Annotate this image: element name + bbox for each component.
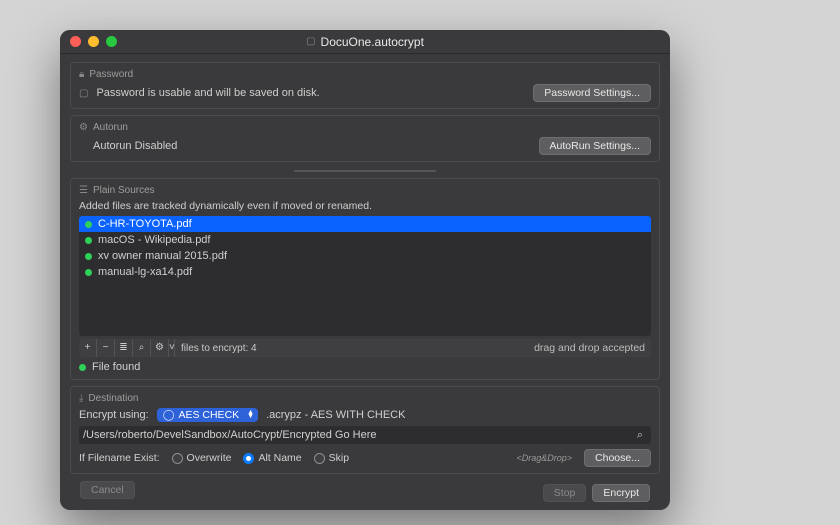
plain-sources-hint: Added files are tracked dynamically even… [79,200,651,212]
password-section: 🔒︎ Password ▢ Password is usable and will… [70,62,660,109]
document-icon: ▢ [79,88,88,99]
file-count: files to encrypt: 4 [175,343,263,354]
password-status: Password is usable and will be saved on … [96,87,525,99]
password-settings-button[interactable]: Password Settings... [533,84,651,102]
list-item[interactable]: xv owner manual 2015.pdf [79,248,651,264]
autorun-status: Autorun Disabled [79,140,531,152]
add-button[interactable]: + [79,339,97,357]
app-window: ▢ DocuOne.autocrypt 🔒︎ Password ▢ Passwor… [60,30,670,510]
autorun-heading: Autorun [93,122,128,133]
radio-alt-name[interactable]: Alt Name [243,452,301,464]
file-icon: ▢ [306,36,315,47]
password-heading: Password [89,69,133,80]
options-button[interactable]: ⚙︎ [151,339,169,357]
status-ok-icon [79,364,86,371]
algo-description: .acrypz - AES WITH CHECK [266,409,405,421]
gear-icon: ⚙︎ [79,122,88,133]
search-icon[interactable]: ⌕ [633,429,647,442]
drag-drop-hint: <Drag&Drop> [517,453,573,463]
encryption-algo-select[interactable]: ◯ AES CHECK ▲▼ [157,408,258,422]
list-item-name: macOS - Wikipedia.pdf [98,234,210,246]
autorun-settings-button[interactable]: AutoRun Settings... [539,137,651,155]
autorun-section: ⚙︎ Autorun Autorun Disabled AutoRun Setti… [70,115,660,162]
list-item[interactable]: macOS - Wikipedia.pdf [79,232,651,248]
status-ok-icon [85,221,92,228]
choose-button[interactable]: Choose... [584,449,651,467]
plain-sources-section: ☰ Plain Sources Added files are tracked d… [70,178,660,380]
minimize-icon[interactable] [88,36,99,47]
filename-exist-label: If Filename Exist: [79,452,160,464]
destination-heading: Destination [88,393,138,404]
columns-button[interactable]: ≣ [115,339,133,357]
encrypt-button[interactable]: Encrypt [592,484,650,502]
list-item[interactable]: C-HR-TOYOTA.pdf [79,216,651,232]
footer: Cancel Stop Encrypt [70,480,660,506]
algo-name: AES CHECK [178,409,239,421]
source-file-list[interactable]: C-HR-TOYOTA.pdf macOS - Wikipedia.pdf xv o… [79,216,651,336]
tab-decrypt[interactable]: Decrypt [365,171,435,172]
list-item[interactable]: manual-lg-xa14.pdf [79,264,651,280]
list-toolbar: + − ≣ ⌕ ⚙︎ ˅ files to encrypt: 4 drag an… [79,339,651,357]
filename-exist-row: If Filename Exist: Overwrite Alt Name Sk… [79,449,651,467]
close-icon[interactable] [70,36,81,47]
stop-button[interactable]: Stop [543,484,587,502]
destination-path-row: ⌕ [79,426,651,444]
destination-icon: ⤓ [79,393,83,404]
list-item-name: manual-lg-xa14.pdf [98,266,192,278]
lock-icon: 🔒︎ [79,69,84,80]
mode-tabs: Encrypt Decrypt [294,170,435,172]
list-item-name: C-HR-TOYOTA.pdf [98,218,192,230]
titlebar: ▢ DocuOne.autocrypt [60,30,670,54]
cancel-button[interactable]: Cancel [80,481,135,499]
file-found-status: File found [92,361,140,373]
radio-overwrite[interactable]: Overwrite [172,452,232,464]
remove-button[interactable]: − [97,339,115,357]
destination-section: ⤓ Destination Encrypt using: ◯ AES CHECK … [70,386,660,474]
list-item-name: xv owner manual 2015.pdf [98,250,227,262]
list-icon: ☰ [79,185,88,196]
drop-accepted-label: drag and drop accepted [528,342,651,354]
window-title: DocuOne.autocrypt [321,35,424,49]
status-ok-icon [85,253,92,260]
encrypt-using-label: Encrypt using: [79,409,149,421]
plain-sources-heading: Plain Sources [93,185,155,196]
radio-skip[interactable]: Skip [314,452,349,464]
status-ok-icon [85,237,92,244]
maximize-icon[interactable] [106,36,117,47]
search-button[interactable]: ⌕ [133,339,151,357]
destination-path-input[interactable] [83,429,633,441]
tab-encrypt[interactable]: Encrypt [295,171,364,172]
status-ok-icon [85,269,92,276]
